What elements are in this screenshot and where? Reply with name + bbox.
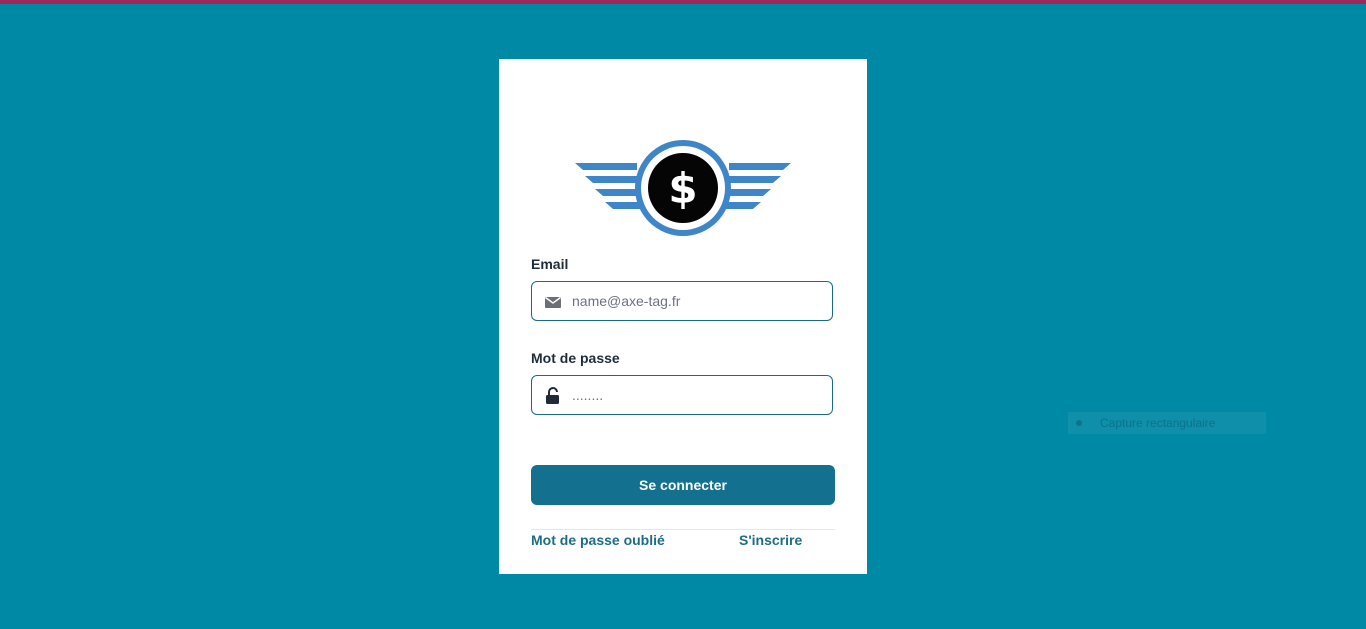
divider — [531, 529, 835, 530]
login-button[interactable]: Se connecter — [531, 465, 835, 505]
password-label: Mot de passe — [531, 350, 620, 366]
snipping-overlay-hint: Capture rectangulaire — [1068, 412, 1266, 434]
overlay-text: Capture rectangulaire — [1100, 416, 1216, 430]
password-field-wrapper[interactable] — [531, 375, 833, 415]
login-card: $ Email Mot de passe Se connecter Mot de… — [499, 59, 867, 574]
overlay-dot-icon — [1076, 420, 1082, 426]
register-link[interactable]: S'inscrire — [739, 532, 802, 548]
email-label: Email — [531, 256, 569, 272]
email-field-wrapper[interactable] — [531, 281, 833, 321]
forgot-password-link[interactable]: Mot de passe oublié — [531, 532, 665, 548]
top-accent-bar — [0, 0, 1366, 4]
unlock-icon — [546, 387, 559, 404]
envelope-icon — [545, 296, 561, 308]
dollar-symbol: $ — [668, 164, 697, 213]
password-input[interactable] — [572, 376, 822, 414]
email-input[interactable] — [572, 282, 822, 320]
winged-dollar-logo: $ — [575, 140, 791, 236]
